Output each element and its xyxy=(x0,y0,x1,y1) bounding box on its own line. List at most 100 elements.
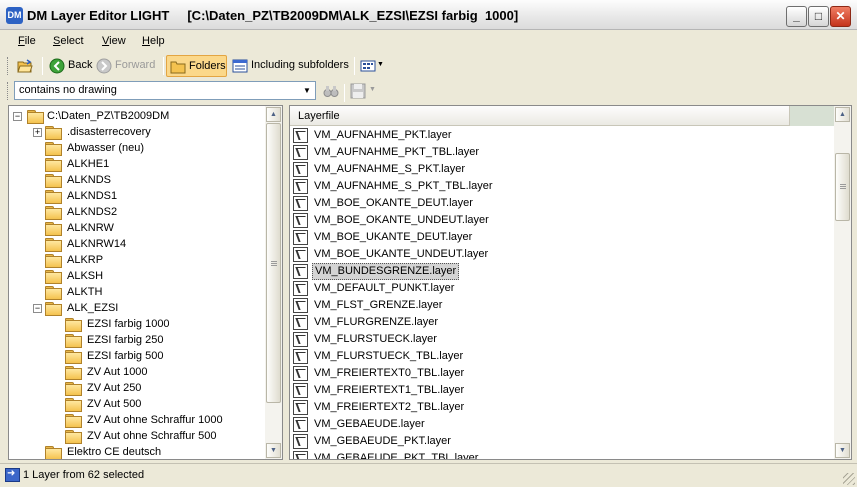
tree-item[interactable]: ZV Aut ohne Schraffur 1000 xyxy=(9,412,264,428)
scroll-up-button[interactable]: ▲ xyxy=(835,107,850,122)
toolbar-grip[interactable] xyxy=(7,82,10,100)
layer-list-item[interactable]: VM_BUNDESGRENZE.layer xyxy=(293,263,813,280)
layer-list-item[interactable]: VM_FLURSTUECK.layer xyxy=(293,331,813,348)
menu-help[interactable]: Help xyxy=(142,35,165,47)
layer-list-item[interactable]: VM_FLURSTUECK_TBL.layer xyxy=(293,348,813,365)
tree-item[interactable]: ZV Aut 250 xyxy=(9,380,264,396)
tree-item[interactable]: + .disasterrecovery xyxy=(9,124,264,140)
back-button[interactable]: Back xyxy=(46,55,92,77)
layer-list-item[interactable]: VM_GEBAEUDE_PKT_TBL.layer xyxy=(293,450,813,460)
tree-item[interactable]: ALKNDS xyxy=(9,172,264,188)
tree-item[interactable]: ZV Aut 1000 xyxy=(9,364,264,380)
layer-list-item[interactable]: VM_GEBAEUDE_PKT.layer xyxy=(293,433,813,450)
menu-view[interactable]: View xyxy=(102,35,126,47)
tree-item-label: ZV Aut ohne Schraffur 500 xyxy=(87,430,217,442)
folders-label: Folders xyxy=(189,60,226,72)
folder-icon xyxy=(65,382,82,396)
folder-icon xyxy=(45,158,62,172)
column-header-filler xyxy=(790,106,835,126)
tree-item-label: ALKNRW xyxy=(67,222,114,234)
toolbar-separator xyxy=(42,57,43,75)
layer-list-item[interactable]: VM_AUFNAHME_PKT_TBL.layer xyxy=(293,144,813,161)
tree-item[interactable]: ALKHE1 xyxy=(9,156,264,172)
layer-file-icon xyxy=(293,332,308,347)
menu-select[interactable]: Select xyxy=(53,35,84,47)
layer-list-item[interactable]: VM_GEBAEUDE.layer xyxy=(293,416,813,433)
layer-list-item[interactable]: VM_FLURGRENZE.layer xyxy=(293,314,813,331)
find-button[interactable] xyxy=(320,80,342,102)
open-folder-button[interactable] xyxy=(14,55,40,77)
list-scrollbar[interactable]: ▲ ▼ xyxy=(834,106,851,459)
scroll-down-button[interactable]: ▼ xyxy=(266,443,281,458)
layer-list-item[interactable]: VM_FREIERTEXT0_TBL.layer xyxy=(293,365,813,382)
title-bar[interactable]: DM DM Layer Editor LIGHT [C:\Daten_PZ\TB… xyxy=(0,0,857,30)
folder-tree[interactable]: − C:\Daten_PZ\TB2009DM + .disasterrecovery A… xyxy=(8,105,283,460)
maximize-button[interactable]: □ xyxy=(808,6,829,27)
layer-list-item[interactable]: VM_FREIERTEXT2_TBL.layer xyxy=(293,399,813,416)
tree-item[interactable]: ALKNDS1 xyxy=(9,188,264,204)
back-arrow-icon xyxy=(49,58,65,74)
tree-item[interactable]: ALKNRW xyxy=(9,220,264,236)
layer-list-item[interactable]: VM_DEFAULT_PUNKT.layer xyxy=(293,280,813,297)
tree-item-label: ALKNRW14 xyxy=(67,238,127,250)
tree-item[interactable]: EZSI farbig 250 xyxy=(9,332,264,348)
forward-button[interactable]: Forward xyxy=(93,55,159,77)
chevron-down-icon: ▼ xyxy=(369,86,376,93)
scroll-up-button[interactable]: ▲ xyxy=(266,107,281,122)
menu-file[interactable]: File xyxy=(18,35,36,47)
layer-list-item[interactable]: VM_BOE_UKANTE_UNDEUT.layer xyxy=(293,246,813,263)
scroll-down-button[interactable]: ▼ xyxy=(835,443,850,458)
tree-item[interactable]: ALKNRW14 xyxy=(9,236,264,252)
tree-item[interactable]: EZSI farbig 1000 xyxy=(9,316,264,332)
chevron-down-icon[interactable]: ▼ xyxy=(300,83,314,98)
tree-item[interactable]: Abwasser (neu) xyxy=(9,140,264,156)
layer-list-item[interactable]: VM_BOE_OKANTE_DEUT.layer xyxy=(293,195,813,212)
tree-item-label: ALKRP xyxy=(67,254,104,266)
tree-item-label: EZSI farbig 250 xyxy=(87,334,164,346)
tree-item-label: ALKHE1 xyxy=(67,158,110,170)
layer-file-name: VM_GEBAEUDE_PKT_TBL.layer xyxy=(314,452,479,460)
tree-item[interactable]: Elektro CE deutsch xyxy=(9,444,264,459)
layer-file-name: VM_AUFNAHME_S_PKT.layer xyxy=(314,163,465,175)
filter-combobox[interactable]: contains no drawing ▼ xyxy=(14,81,316,100)
tree-item[interactable]: ZV Aut ohne Schraffur 500 xyxy=(9,428,264,444)
layer-list[interactable]: Layerfile VM_AUFNAHME_PKT.layer VM_AUFNAH… xyxy=(289,105,852,460)
layer-list-item[interactable]: VM_FREIERTEXT1_TBL.layer xyxy=(293,382,813,399)
folder-icon xyxy=(45,190,62,204)
layer-list-item[interactable]: VM_BOE_OKANTE_UNDEUT.layer xyxy=(293,212,813,229)
layer-list-item[interactable]: VM_BOE_UKANTE_DEUT.layer xyxy=(293,229,813,246)
scroll-thumb[interactable] xyxy=(835,153,850,221)
selection-status-icon xyxy=(5,468,20,482)
tree-item[interactable]: ALKTH xyxy=(9,284,264,300)
folders-toggle-button[interactable]: Folders xyxy=(166,55,227,77)
tree-item[interactable]: − ALK_EZSI xyxy=(9,300,264,316)
tree-item[interactable]: ZV Aut 500 xyxy=(9,396,264,412)
layer-list-item[interactable]: VM_AUFNAHME_PKT.layer xyxy=(293,127,813,144)
layer-list-item[interactable]: VM_AUFNAHME_S_PKT.layer xyxy=(293,161,813,178)
tree-item[interactable]: ALKNDS2 xyxy=(9,204,264,220)
folder-icon xyxy=(45,142,62,156)
tree-scrollbar[interactable]: ▲ ▼ xyxy=(265,106,282,459)
close-button[interactable]: ✕ xyxy=(830,6,851,27)
expand-icon[interactable]: + xyxy=(33,128,42,137)
layer-file-name: VM_BOE_OKANTE_DEUT.layer xyxy=(314,197,473,209)
tree-item[interactable]: ALKSH xyxy=(9,268,264,284)
layer-file-name: VM_FREIERTEXT0_TBL.layer xyxy=(314,367,465,379)
tree-item-label: Abwasser (neu) xyxy=(67,142,145,154)
resize-grip[interactable] xyxy=(843,473,855,485)
collapse-icon[interactable]: − xyxy=(13,112,22,121)
save-dropdown-button[interactable]: ▼ xyxy=(347,80,381,102)
folder-icon xyxy=(45,206,62,220)
tree-item-root[interactable]: − C:\Daten_PZ\TB2009DM xyxy=(9,108,264,124)
including-subfolders-button[interactable]: Including subfolders xyxy=(229,55,353,77)
tree-item[interactable]: EZSI farbig 500 xyxy=(9,348,264,364)
tree-item[interactable]: ALKRP xyxy=(9,252,264,268)
collapse-icon[interactable]: − xyxy=(33,304,42,313)
view-mode-dropdown[interactable]: ▼ xyxy=(357,55,386,77)
layer-list-item[interactable]: VM_FLST_GRENZE.layer xyxy=(293,297,813,314)
layer-list-item[interactable]: VM_AUFNAHME_S_PKT_TBL.layer xyxy=(293,178,813,195)
column-header-layerfile[interactable]: Layerfile xyxy=(290,106,790,126)
toolbar-grip[interactable] xyxy=(7,57,10,75)
minimize-button[interactable]: _ xyxy=(786,6,807,27)
scroll-thumb[interactable] xyxy=(266,123,281,403)
